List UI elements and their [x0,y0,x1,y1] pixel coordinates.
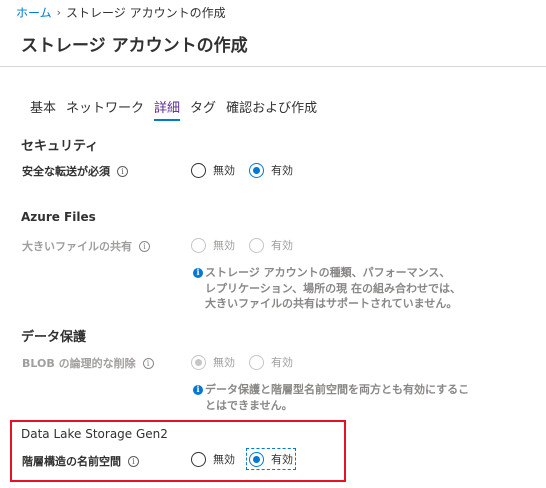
radio-label: 有効 [271,164,293,177]
radio-label: 無効 [213,239,235,252]
section-title-security: セキュリティ [21,139,99,154]
note-text: データ保護と階層型名前空間を両方とも有効にするこ とはできません。 [205,383,470,412]
tab-networking[interactable]: ネットワーク [66,97,144,121]
large-file-shares-disabled-radio[interactable]: 無効 [191,237,235,253]
hierarchical-namespace-label-text: 階層構造の名前空間 [22,455,121,468]
secure-transfer-label: 安全な転送が必須 i [22,163,128,179]
blob-soft-delete-disabled-radio[interactable]: 無効 [191,354,235,370]
tab-bar: 基本 ネットワーク 詳細 タグ 確認および作成 [30,97,327,121]
header-divider [0,66,546,67]
info-filled-icon: i [193,267,203,278]
section-title-data-protection: データ保護 [21,330,87,345]
radio-circle [191,237,206,253]
radio-circle [249,451,264,467]
hierarchical-namespace-radio-group: 無効 有効 [191,448,307,470]
hierarchical-namespace-disabled-radio[interactable]: 無効 [191,451,235,467]
hierarchical-namespace-label: 階層構造の名前空間 i [22,453,139,469]
data-protection-note: i データ保護と階層型名前空間を両方とも有効にするこ とはできません。 [193,382,493,413]
radio-circle [191,162,206,178]
info-icon[interactable]: i [117,165,128,177]
info-icon[interactable]: i [139,240,150,252]
radio-circle [191,451,206,467]
breadcrumb: ホーム › ストレージ アカウントの作成 [16,4,226,21]
page-title: ストレージ アカウントの作成 [21,36,248,56]
tab-review-create[interactable]: 確認および作成 [226,97,317,121]
hierarchical-namespace-enabled-radio[interactable]: 有効 [246,448,296,470]
tab-advanced[interactable]: 詳細 [154,97,181,121]
info-icon[interactable]: i [142,357,154,369]
info-filled-icon: i [193,384,203,395]
blob-soft-delete-enabled-radio[interactable]: 有効 [249,354,293,370]
breadcrumb-separator-icon: › [56,6,62,19]
tab-basics[interactable]: 基本 [30,97,56,121]
section-title-data-lake: Data Lake Storage Gen2 [21,427,168,441]
radio-label: 有効 [271,356,293,369]
breadcrumb-home-link[interactable]: ホーム [16,4,52,21]
radio-circle [249,162,264,178]
radio-circle [249,237,264,253]
secure-transfer-enabled-radio[interactable]: 有効 [249,162,293,178]
blob-soft-delete-radio-group: 無効 有効 [191,354,307,370]
radio-circle [249,354,264,370]
large-file-shares-note: i ストレージ アカウントの種類、パフォーマンス、 レプリケーション、場所の現 … [193,265,493,312]
breadcrumb-current: ストレージ アカウントの作成 [66,6,226,20]
section-title-azure-files: Azure Files [21,210,96,224]
note-text: ストレージ アカウントの種類、パフォーマンス、 レプリケーション、場所の現 在の… [205,266,461,310]
tab-tags[interactable]: タグ [190,97,216,121]
info-icon[interactable]: i [128,455,139,467]
radio-label: 無効 [213,453,235,466]
radio-label: 有効 [271,453,293,466]
secure-transfer-label-text: 安全な転送が必須 [22,165,110,178]
radio-label: 無効 [213,164,235,177]
large-file-shares-label: 大きいファイルの共有 i [22,238,150,254]
blob-soft-delete-label: BLOB の論理的な削除 i [22,355,154,371]
large-file-shares-radio-group: 無効 有効 [191,237,307,253]
radio-label: 無効 [213,356,235,369]
radio-label: 有効 [271,239,293,252]
secure-transfer-disabled-radio[interactable]: 無効 [191,162,235,178]
radio-circle [191,354,206,370]
large-file-shares-label-text: 大きいファイルの共有 [22,240,132,253]
blob-soft-delete-label-text: BLOB の論理的な削除 [22,357,136,370]
secure-transfer-radio-group: 無効 有効 [191,162,307,178]
large-file-shares-enabled-radio[interactable]: 有効 [249,237,293,253]
